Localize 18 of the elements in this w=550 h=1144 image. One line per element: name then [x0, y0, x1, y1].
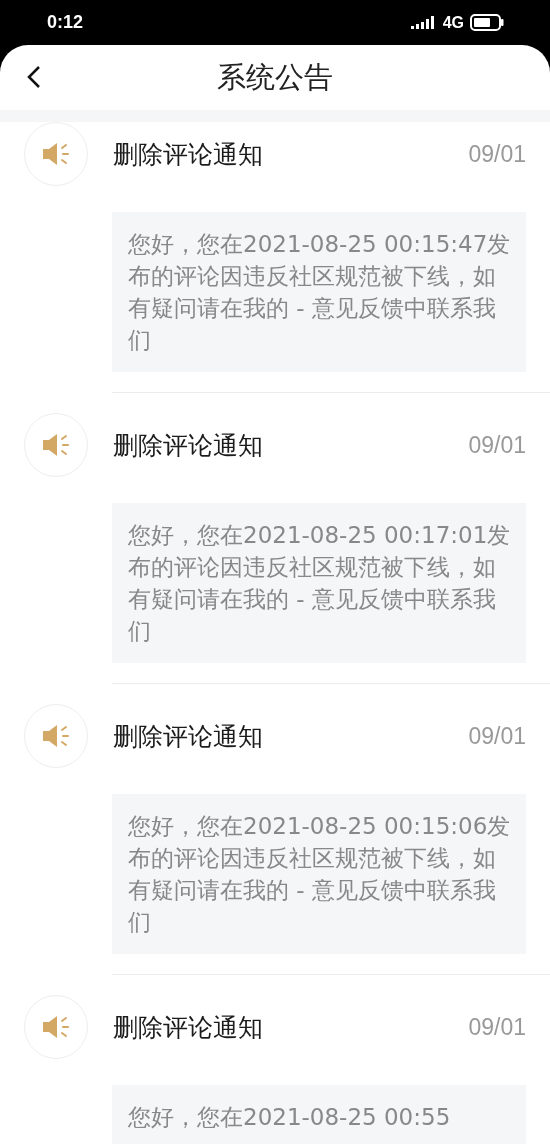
- notice-title[interactable]: 删除评论通知: [113, 137, 469, 171]
- notice-message: 您好，您在2021-08-25 00:17:01发布的评论因违反社区规范被下线，如有疑问请在我的 - 意见反馈中联系我们: [128, 521, 512, 646]
- notice-message: 您好，您在2021-08-25 00:15:06发布的评论因违反社区规范被下线，如有疑问请在我的 - 意见反馈中联系我们: [128, 812, 512, 937]
- notice-message: 您好，您在2021-08-25 00:55: [128, 1103, 452, 1132]
- notice-date: 09/01: [468, 722, 526, 750]
- notice-title[interactable]: 删除评论通知: [113, 719, 469, 753]
- notice-date: 09/01: [468, 140, 526, 168]
- notice-date: 09/01: [468, 1013, 526, 1041]
- page-title: 系统公告: [217, 58, 333, 96]
- notice-title[interactable]: 删除评论通知: [113, 428, 469, 462]
- notice-message: 您好，您在2021-08-25 00:15:47发布的评论因违反社区规范被下线，如有疑问请在我的 - 意见反馈中联系我们: [128, 230, 512, 355]
- signal-icon: [410, 15, 437, 30]
- network-label: 4G: [442, 13, 464, 32]
- notice-title[interactable]: 删除评论通知: [113, 1010, 469, 1044]
- battery-icon: [470, 14, 504, 31]
- clock: 0:12: [47, 12, 84, 33]
- notice-date: 09/01: [468, 431, 526, 459]
- back-icon: [26, 65, 42, 89]
